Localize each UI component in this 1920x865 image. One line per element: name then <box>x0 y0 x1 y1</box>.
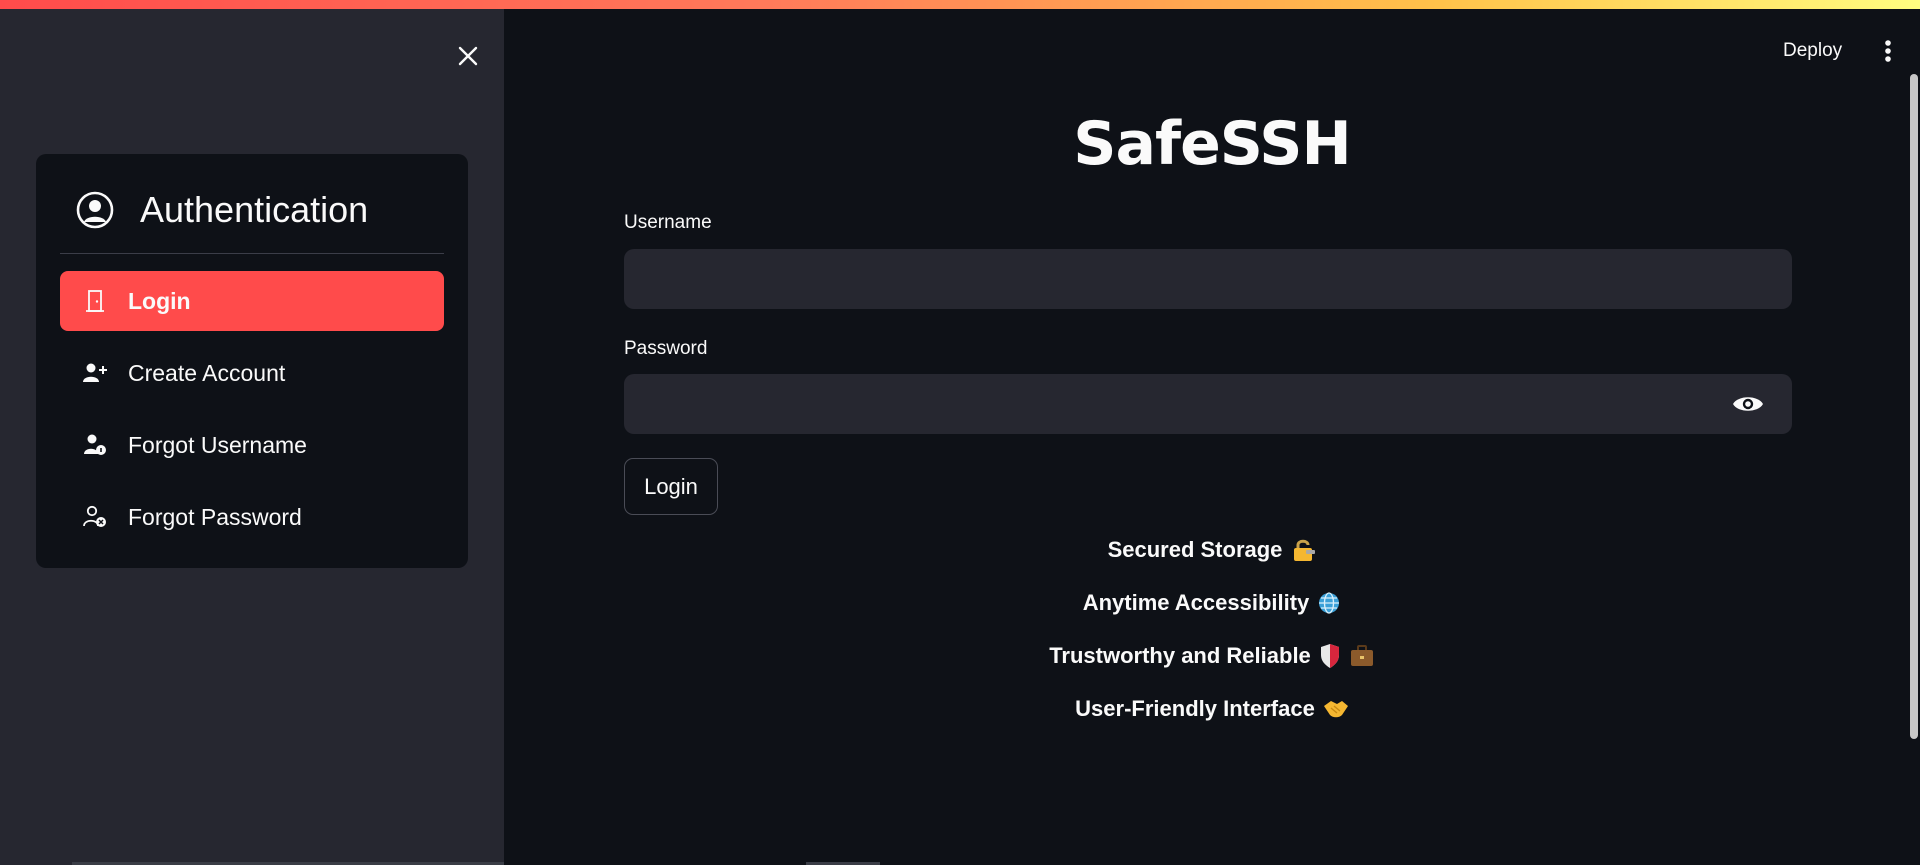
briefcase-icon <box>1349 644 1375 668</box>
login-button[interactable]: Login <box>624 458 718 515</box>
sidebar-item-label: Login <box>128 287 191 314</box>
sidebar-item-label: Forgot Password <box>128 503 302 530</box>
feature-anytime-accessibility: Anytime Accessibility <box>504 590 1920 616</box>
sidebar-item-create-account[interactable]: Create Account <box>60 343 444 403</box>
sidebar-item-label: Forgot Username <box>128 431 307 458</box>
show-password-button[interactable] <box>1724 380 1772 428</box>
page-title: SafeSSH <box>1073 109 1351 179</box>
eye-icon <box>1733 397 1763 411</box>
user-circle-icon <box>76 191 114 229</box>
deploy-button[interactable]: Deploy <box>1771 28 1854 74</box>
close-icon <box>458 46 478 66</box>
sidebar-item-login[interactable]: Login <box>60 271 444 331</box>
person-add-icon <box>82 360 108 386</box>
sidebar-item-forgot-username[interactable]: Forgot Username <box>60 415 444 475</box>
main-content: Deploy SafeSSH Username Password Login S… <box>504 9 1920 865</box>
person-info-icon <box>82 432 108 458</box>
main-menu-button[interactable] <box>1870 31 1906 71</box>
feature-user-friendly: User-Friendly Interface <box>504 696 1920 722</box>
username-input[interactable] <box>624 249 1792 309</box>
divider <box>60 253 444 254</box>
sidebar-item-label: Create Account <box>128 359 286 386</box>
sidebar: Authentication Login Create Account Forg… <box>0 9 504 865</box>
feature-trustworthy-reliable: Trustworthy and Reliable <box>504 643 1920 669</box>
auth-menu: Authentication Login Create Account Forg… <box>36 154 468 568</box>
person-x-icon <box>82 504 108 530</box>
lock-key-icon <box>1290 537 1316 563</box>
auth-menu-title: Authentication <box>140 189 369 230</box>
feature-text: User-Friendly Interface <box>1075 696 1315 721</box>
password-label: Password <box>624 338 708 359</box>
sidebar-item-forgot-password[interactable]: Forgot Password <box>60 487 444 547</box>
auth-menu-header: Authentication <box>76 186 444 234</box>
feature-text: Trustworthy and Reliable <box>1049 643 1311 668</box>
top-decoration-stripe <box>0 0 1920 9</box>
username-label: Username <box>624 212 712 233</box>
close-sidebar-button[interactable] <box>450 38 486 74</box>
more-vertical-icon <box>1885 40 1891 62</box>
password-input[interactable] <box>624 374 1792 434</box>
door-icon <box>82 288 108 314</box>
handshake-icon <box>1323 698 1349 720</box>
feature-text: Secured Storage <box>1107 537 1283 562</box>
shield-icon <box>1319 643 1341 669</box>
feature-secured-storage: Secured Storage <box>504 537 1920 563</box>
globe-icon <box>1317 591 1341 615</box>
feature-text: Anytime Accessibility <box>1082 590 1310 615</box>
